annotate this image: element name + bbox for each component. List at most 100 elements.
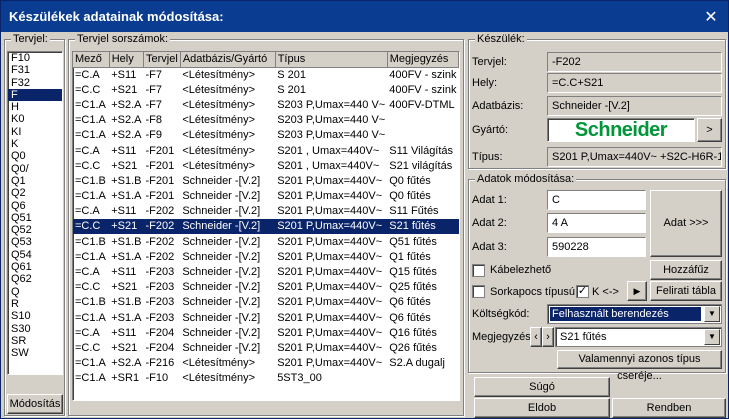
adat2-field[interactable]: 4 A xyxy=(547,213,646,233)
table-cell: +S21 xyxy=(111,159,138,172)
modositas-button[interactable]: Módosítás xyxy=(7,394,63,414)
tervjel-list-item[interactable]: Q1 xyxy=(8,175,62,187)
table-row[interactable]: =C.C +S21 -F202 Schneider -[V.2] S201 P,Umax… xyxy=(73,218,459,235)
megjegyzes-next-button[interactable]: › xyxy=(542,327,554,347)
table-cell: <Létesítmény> xyxy=(182,357,256,370)
koltsegkod-select[interactable]: Felhasznált berendezés ▼ xyxy=(547,304,722,324)
tervjel-list-item[interactable]: K xyxy=(8,138,62,150)
valamennyi-csere-button[interactable]: Valamennyi azonos típus cseréje... xyxy=(557,350,722,382)
tervjel-list-item[interactable]: Q51 xyxy=(8,212,62,224)
table-row[interactable]: =C.C +S21 -F7 <Létesítmény> S 201 400FV - szi… xyxy=(73,82,459,97)
tervjel-list-item[interactable]: R xyxy=(8,298,62,310)
tervjel-list-item[interactable]: Q52 xyxy=(8,224,62,236)
table-row[interactable]: =C1.B +S1.B -F203 Schneider -[V.2] S201 P,Um… xyxy=(73,295,459,310)
tervjel-list-item[interactable]: SW xyxy=(8,347,62,359)
megjegyzes-prev-button[interactable]: ‹ xyxy=(530,327,542,347)
tervjel-list-item[interactable]: Q0/ xyxy=(8,163,62,175)
k-checkbox[interactable]: ✓ xyxy=(576,285,589,298)
tervjel-list-item[interactable]: F32 xyxy=(8,77,62,89)
table-cell: <Létesítmény> xyxy=(182,83,256,96)
table-cell: +S1.B xyxy=(111,235,142,248)
table-row[interactable]: =C1.B +S1.B -F201 Schneider -[V.2] S201 P,Um… xyxy=(73,173,459,188)
table-row[interactable]: =C1.A +S2.A -F9 <Létesítmény> S203 P,Umax=44… xyxy=(73,128,459,143)
table-cell: -F202 xyxy=(145,250,175,263)
adat-button[interactable]: Adat >>> xyxy=(650,190,722,257)
column-header[interactable]: Adatbázis/Gyártó xyxy=(180,52,276,68)
table-cell: S201 P,Umax=440V~ xyxy=(277,174,383,187)
tervjel-list-item[interactable]: Q0 xyxy=(8,150,62,162)
tipus-field: S201 P,Umax=440V~ +S2C-H6R-1 xyxy=(547,147,722,167)
table-row[interactable]: =C.C +S21 -F204 Schneider -[V.2] S201 P,Umax… xyxy=(73,340,459,355)
table-row[interactable]: =C.C +S21 -F203 Schneider -[V.2] S201 P,Umax… xyxy=(73,280,459,295)
table-cell: =C1.B xyxy=(75,235,106,248)
eldob-button[interactable]: Eldob xyxy=(474,398,610,418)
table-cell: -F203 xyxy=(145,311,175,324)
table-cell: -F201 xyxy=(145,144,175,157)
table-row[interactable]: =C1.A +S2.A -F7 <Létesítmény> S203 P,Umax=44… xyxy=(73,97,459,112)
felirati-label: Felirati tábla xyxy=(656,285,716,297)
table-row[interactable]: =C.A +S11 -F204 Schneider -[V.2] S201 P,Umax… xyxy=(73,325,459,340)
tervjel-list-item[interactable]: F10 xyxy=(8,52,62,64)
column-header[interactable]: Mező xyxy=(73,52,110,68)
tervjel-list-item[interactable]: Q6 xyxy=(8,200,62,212)
table-row[interactable]: =C1.A +S2.A -F8 <Létesítmény> S203 P,Umax=44… xyxy=(73,113,459,128)
hozzafuz-button[interactable]: Hozzáfűz xyxy=(650,260,722,280)
table-row[interactable]: =C.A +S11 -F203 Schneider -[V.2] S201 P,Umax… xyxy=(73,264,459,279)
felirati-tabla-button[interactable]: Felirati tábla xyxy=(650,281,722,301)
tervjel-list-item[interactable]: Q62 xyxy=(8,273,62,285)
table-cell: <Létesítmény> xyxy=(182,114,256,127)
table-cell: =C.A xyxy=(75,326,100,339)
table-row[interactable]: =C1.A +S1.A -F202 Schneider -[V.2] S201 P,Um… xyxy=(73,249,459,264)
chevron-down-icon[interactable]: ▼ xyxy=(704,329,720,345)
column-header[interactable]: Megjegyzés xyxy=(387,52,459,68)
tervjel-list-item[interactable]: Q54 xyxy=(8,249,62,261)
column-header[interactable]: Típus xyxy=(275,52,388,68)
table-row[interactable]: =C.C +S21 -F201 <Létesítmény> S201 , Umax=44… xyxy=(73,158,459,173)
close-icon[interactable]: ✕ xyxy=(702,7,720,27)
adat3-field[interactable]: 590228 xyxy=(547,237,646,257)
tervjel-list-item[interactable]: S10 xyxy=(8,310,62,322)
tervjel-list-item[interactable]: SR xyxy=(8,335,62,347)
table-cell: S 201 xyxy=(277,83,306,96)
tervjel-list-item[interactable]: K0 xyxy=(8,113,62,125)
gyarto-next-button[interactable]: > xyxy=(697,118,722,142)
table-cell: S 201 xyxy=(277,68,306,81)
tervjel-list-item[interactable]: Q xyxy=(8,286,62,298)
tervjel-list-item[interactable]: H xyxy=(8,101,62,113)
table-row[interactable]: =C.A +S11 -F202 Schneider -[V.2] S201 P,Umax… xyxy=(73,204,459,219)
tervjel-list-item[interactable]: S30 xyxy=(8,323,62,335)
table-row[interactable]: =C1.A +S2.A -F216 <Létesítmény> S201 P,Umax=… xyxy=(73,356,459,371)
table-cell: =C.A xyxy=(75,205,100,218)
kabelezheto-checkbox[interactable] xyxy=(472,264,485,277)
column-header[interactable]: Hely xyxy=(109,52,145,68)
koltsegkod-label: Költségkód: xyxy=(472,308,530,320)
table-cell: Schneider -[V.2] xyxy=(182,190,261,203)
table-row[interactable]: =C1.A +S1.A -F201 Schneider -[V.2] S201 P,Um… xyxy=(73,189,459,204)
adat1-field[interactable]: C xyxy=(547,190,646,210)
megjegyzes-select[interactable]: S21 fűtés ▼ xyxy=(555,327,722,347)
tervjel-list-item[interactable]: Q61 xyxy=(8,261,62,273)
table-row[interactable]: =C1.B +S1.B -F202 Schneider -[V.2] S201 P,Um… xyxy=(73,234,459,249)
tervjel-list-item[interactable]: Q2 xyxy=(8,187,62,199)
table-row[interactable]: =C.A +S11 -F7 <Létesítmény> S 201 400FV - szi… xyxy=(73,67,459,82)
sorkapocs-checkbox[interactable] xyxy=(472,285,485,298)
tervjel-list-item[interactable]: F31 xyxy=(8,64,62,76)
rendben-button[interactable]: Rendben xyxy=(612,398,726,418)
table-cell: =C.C xyxy=(73,218,110,235)
tervjel-list-item[interactable]: KI xyxy=(8,126,62,138)
table-row[interactable]: =C1.A +S1.A -F203 Schneider -[V.2] S201 P,Um… xyxy=(73,310,459,325)
table-cell: 400FV-DTML xyxy=(389,98,455,111)
table-row[interactable]: =C1.A +SR1 -F10 <Létesítmény> 5ST3_00 xyxy=(73,371,459,386)
column-header[interactable]: Tervjel xyxy=(143,52,181,68)
tervjel-list[interactable]: F10 F31 F32 F H K0 KI K Q0 Q0/Q1 Q2 Q6 Q51 Q52 Q53 Q54 Q… xyxy=(7,51,63,375)
table-cell: -F7 xyxy=(145,68,163,81)
play-button[interactable]: ▶ xyxy=(627,281,647,301)
table-row[interactable]: =C.A +S11 -F201 <Létesítmény> S201 , Umax=44… xyxy=(73,143,459,158)
table-cell: =C1.A xyxy=(75,190,106,203)
table-cell: Q25 fűtés xyxy=(389,281,437,294)
tervjel-sorszamok-table[interactable]: Mező Hely Tervjel Adatbázis/Gyártó Típus Megj… xyxy=(72,51,460,401)
sugo-button[interactable]: Súgó xyxy=(474,377,610,397)
tervjel-list-item[interactable]: Q53 xyxy=(8,236,62,248)
tervjel-list-item[interactable]: F xyxy=(8,88,62,102)
chevron-down-icon[interactable]: ▼ xyxy=(704,306,720,322)
